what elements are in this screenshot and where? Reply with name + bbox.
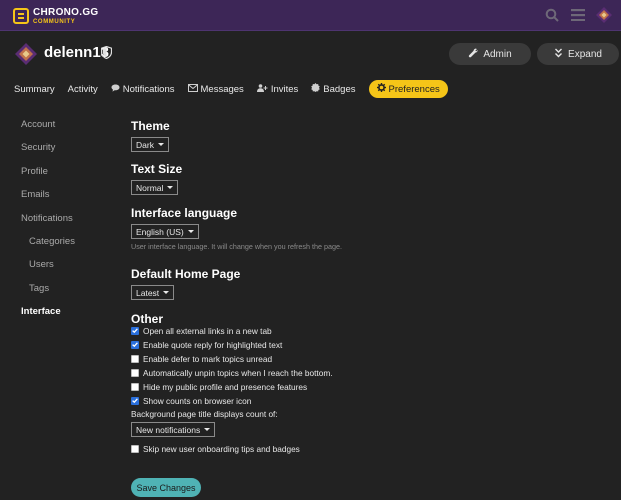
envelope-icon — [187, 83, 198, 95]
save-changes-button[interactable]: Save Changes — [131, 478, 201, 497]
option-browser-counts[interactable]: Show counts on browser icon — [131, 395, 251, 406]
sidebar-item-account[interactable]: Account — [21, 119, 121, 142]
language-help-text: User interface language. It will change … — [131, 242, 342, 251]
theme-select-value: Dark — [136, 139, 154, 150]
option-label: Automatically unpin topics when I reach … — [143, 367, 333, 378]
wrench-icon — [468, 48, 478, 61]
preferences-sidebar: Account Security Profile Emails Notifica… — [21, 119, 121, 330]
user-header: delenn13 Admin Expand — [0, 31, 621, 75]
tab-invites[interactable]: Invites — [256, 80, 299, 98]
checkbox[interactable] — [131, 340, 139, 349]
tab-preferences[interactable]: Preferences — [368, 80, 448, 98]
option-label: Enable defer to mark topics unread — [143, 353, 273, 364]
option-auto-unpin[interactable]: Automatically unpin topics when I reach … — [131, 367, 333, 378]
user-plus-icon — [256, 83, 268, 95]
checkbox[interactable] — [131, 382, 139, 391]
sidebar-item-notifications[interactable]: Notifications — [21, 213, 121, 236]
profile-tabs: Summary Activity Notifications Messages … — [14, 80, 448, 98]
option-label: Show counts on browser icon — [143, 395, 252, 406]
sidebar-item-users[interactable]: Users — [21, 259, 121, 282]
top-bar: CHRONO.GG COMMUNITY — [0, 0, 621, 31]
caret-down-icon — [204, 428, 211, 431]
avatar[interactable] — [595, 6, 613, 24]
language-heading: Interface language — [131, 206, 238, 220]
tab-label: Messages — [200, 83, 244, 95]
home-page-heading: Default Home Page — [131, 267, 241, 281]
option-quote-reply[interactable]: Enable quote reply for highlighted text — [131, 339, 282, 350]
tab-activity[interactable]: Activity — [68, 80, 98, 98]
gear-icon — [376, 83, 386, 95]
sidebar-item-tags[interactable]: Tags — [21, 283, 121, 306]
expand-button-label: Expand — [568, 48, 602, 60]
caret-down-icon — [163, 291, 170, 294]
tab-label: Summary — [14, 83, 55, 95]
option-label: Skip new user onboarding tips and badges — [143, 443, 300, 454]
tab-label: Preferences — [388, 83, 440, 95]
tab-notifications[interactable]: Notifications — [111, 80, 175, 98]
tab-label: Badges — [323, 83, 356, 95]
sidebar-item-profile[interactable]: Profile — [21, 166, 121, 189]
caret-down-icon — [157, 143, 164, 146]
tab-messages[interactable]: Messages — [187, 80, 244, 98]
home-page-select[interactable]: Latest — [131, 285, 175, 300]
admin-button-label: Admin — [483, 48, 512, 60]
text-size-select-value: Normal — [136, 182, 164, 193]
sidebar-item-categories[interactable]: Categories — [21, 236, 121, 259]
username: delenn13 — [44, 44, 110, 61]
chevrons-icon — [554, 48, 563, 61]
tab-summary[interactable]: Summary — [14, 80, 55, 98]
bg-title-label: Background page title displays count of: — [131, 409, 278, 419]
tab-badges[interactable]: Badges — [311, 80, 356, 98]
sidebar-item-security[interactable]: Security — [21, 142, 121, 165]
option-external-links[interactable]: Open all external links in a new tab — [131, 325, 272, 336]
tab-label: Notifications — [122, 83, 175, 95]
speech-bubble-icon — [111, 84, 120, 95]
option-hide-profile[interactable]: Hide my public profile and presence feat… — [131, 381, 307, 392]
language-select[interactable]: English (US) — [131, 224, 199, 239]
text-size-select[interactable]: Normal — [131, 180, 179, 195]
option-label: Open all external links in a new tab — [143, 325, 272, 336]
sidebar-item-emails[interactable]: Emails — [21, 189, 121, 212]
menu-icon[interactable] — [569, 6, 587, 24]
logo-subtitle: COMMUNITY — [33, 18, 76, 25]
checkbox[interactable] — [131, 326, 139, 335]
logo-badge-icon — [13, 8, 29, 24]
shield-icon — [100, 45, 113, 60]
search-icon[interactable] — [543, 6, 561, 24]
theme-heading: Theme — [131, 119, 170, 133]
checkbox[interactable] — [131, 396, 139, 405]
caret-down-icon — [167, 186, 174, 189]
option-label: Hide my public profile and presence feat… — [143, 381, 308, 392]
option-defer-unread[interactable]: Enable defer to mark topics unread — [131, 353, 272, 364]
checkbox[interactable] — [131, 354, 139, 363]
other-heading: Other — [131, 312, 164, 326]
tab-label: Invites — [270, 83, 299, 95]
bg-title-select-value: New notifications — [136, 424, 201, 435]
caret-down-icon — [187, 230, 194, 233]
theme-select[interactable]: Dark — [131, 137, 169, 152]
checkbox[interactable] — [131, 444, 139, 453]
home-page-select-value: Latest — [136, 287, 160, 298]
site-logo[interactable]: CHRONO.GG COMMUNITY — [13, 5, 98, 27]
avatar[interactable] — [14, 42, 38, 66]
text-size-heading: Text Size — [131, 162, 183, 176]
checkbox[interactable] — [131, 368, 139, 377]
sidebar-item-interface[interactable]: Interface — [21, 306, 121, 329]
logo-title: CHRONO.GG — [33, 6, 99, 18]
expand-button[interactable]: Expand — [537, 43, 619, 65]
certificate-icon — [311, 83, 321, 95]
option-skip-onboarding[interactable]: Skip new user onboarding tips and badges — [131, 443, 300, 454]
tab-label: Activity — [67, 83, 98, 95]
option-label: Enable quote reply for highlighted text — [143, 339, 283, 350]
bg-title-select[interactable]: New notifications — [131, 422, 216, 437]
language-select-value: English (US) — [136, 226, 184, 237]
admin-button[interactable]: Admin — [449, 43, 531, 65]
